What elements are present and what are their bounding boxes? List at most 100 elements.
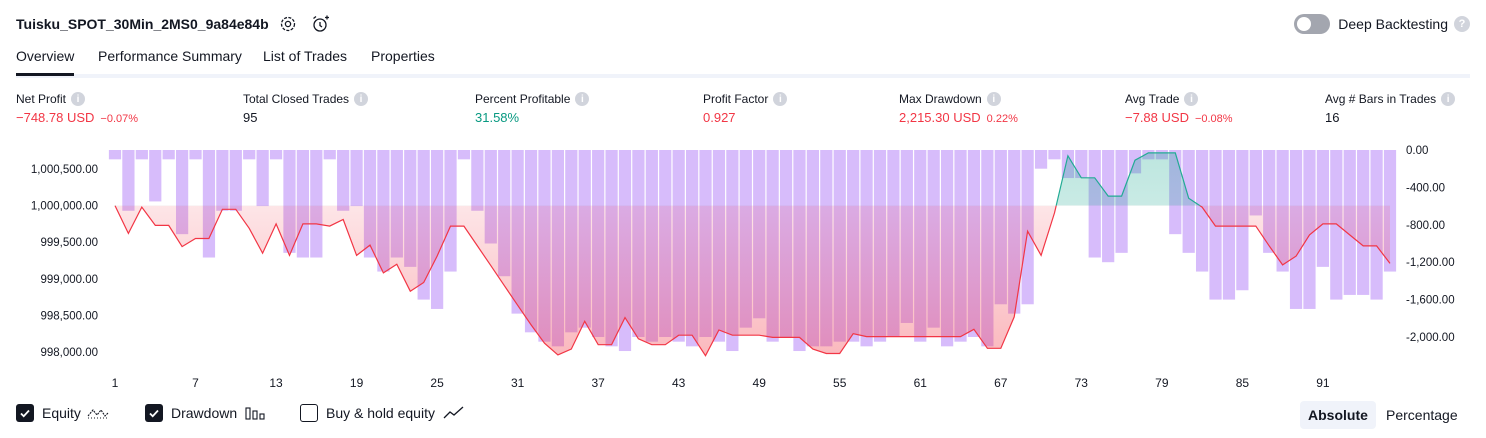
right-axis-tick: -1,200.00 — [1406, 257, 1455, 269]
stat-profit-factor: Profit Factor i 0.927 — [703, 92, 788, 125]
help-icon[interactable]: ? — [1454, 16, 1470, 32]
header-bar: Tuisku_SPOT_30Min_2MS0_9a84e84b Deep Bac… — [16, 12, 1470, 36]
drawdown-bar — [337, 150, 350, 211]
percentage-mode-button[interactable]: Percentage — [1378, 401, 1466, 429]
left-axis-tick: 999,000.00 — [40, 274, 98, 286]
left-axis: 1,000,500.00 1,000,000.00 999,500.00 999,00… — [31, 164, 98, 359]
x-axis-tick: 43 — [672, 376, 686, 390]
stat-value: 31.58% — [475, 110, 520, 125]
info-icon[interactable]: i — [71, 92, 86, 106]
stat-label: Max Drawdown — [899, 92, 982, 106]
stat-percent: −0.07% — [100, 113, 139, 125]
info-icon[interactable]: i — [1441, 92, 1456, 106]
drawdown-bar — [216, 150, 229, 211]
x-axis-tick: 73 — [1075, 376, 1089, 390]
drawdown-bar — [323, 150, 336, 160]
drawdown-bars-icon — [245, 407, 265, 420]
left-axis-tick: 999,500.00 — [40, 237, 98, 249]
left-axis-tick: 1,000,000.00 — [31, 201, 98, 213]
x-axis-tick: 61 — [914, 376, 928, 390]
stat-total-closed-trades: Total Closed Trades i 95 — [243, 92, 369, 125]
checkbox-checked-icon[interactable] — [145, 404, 163, 422]
stat-value: 95 — [243, 110, 258, 125]
equity-drawdown-chart[interactable]: 1,000,500.00 1,000,000.00 999,500.00 999,00… — [0, 140, 1486, 400]
buy-hold-line-icon — [443, 406, 464, 419]
stat-label: Profit Factor — [703, 92, 769, 106]
stat-value: 2,215.30 USD — [899, 110, 981, 125]
legend-drawdown-checkbox[interactable]: Drawdown — [145, 404, 265, 422]
x-axis-tick: 37 — [591, 376, 605, 390]
legend-label: Buy & hold equity — [326, 405, 435, 421]
drawdown-bar — [269, 150, 283, 160]
stat-value: 0.927 — [703, 110, 736, 125]
right-axis-tick: -2,000.00 — [1406, 332, 1455, 344]
drawdown-bar — [202, 150, 216, 258]
legend-buy-hold-checkbox[interactable]: Buy & hold equity — [300, 404, 465, 422]
left-axis-tick: 998,500.00 — [40, 310, 98, 322]
checkbox-checked-icon[interactable] — [16, 404, 34, 422]
drawdown-bar — [108, 150, 122, 160]
x-axis-tick: 49 — [753, 376, 767, 390]
tab-bar: Overview Performance Summary List of Tra… — [16, 44, 1470, 78]
x-axis-tick: 67 — [994, 376, 1008, 390]
drawdown-bar — [229, 150, 242, 211]
x-axis-tick: 79 — [1155, 376, 1169, 390]
info-icon[interactable]: i — [354, 92, 369, 106]
drawdown-bar — [149, 150, 162, 202]
drawdown-bar — [1048, 150, 1061, 160]
x-axis: 1 7 13 19 25 31 37 43 49 55 61 67 73 79 85 91 — [112, 376, 1330, 390]
drawdown-bar — [189, 150, 202, 160]
legend-equity-checkbox[interactable]: Equity — [16, 404, 109, 422]
checkbox-unchecked-icon[interactable] — [300, 404, 318, 422]
stat-value: −748.78 USD — [16, 110, 95, 125]
tab-list-of-trades[interactable]: List of Trades — [263, 48, 347, 73]
drawdown-bar — [256, 150, 269, 207]
stat-label: Total Closed Trades — [243, 92, 350, 106]
info-icon[interactable]: i — [575, 92, 590, 106]
strategy-title: Tuisku_SPOT_30Min_2MS0_9a84e84b — [16, 16, 269, 32]
drawdown-bar — [1034, 150, 1048, 169]
right-axis-tick: -1,600.00 — [1406, 295, 1455, 307]
tab-overview[interactable]: Overview — [16, 48, 75, 76]
right-axis: 0.00 -400.00 -800.00 -1,200.00 -1,600.00 -2,0… — [1406, 145, 1455, 344]
absolute-mode-button[interactable]: Absolute — [1300, 401, 1376, 429]
right-axis-tick: -800.00 — [1406, 220, 1445, 232]
x-axis-tick: 7 — [192, 376, 199, 390]
stat-label: Avg # Bars in Trades — [1325, 92, 1437, 106]
stat-percent-profitable: Percent Profitable i 31.58% — [475, 92, 590, 125]
equity-line-icon — [87, 409, 109, 419]
tab-performance-summary[interactable]: Performance Summary — [98, 48, 242, 73]
stat-percent: 0.22% — [986, 113, 1018, 125]
x-axis-tick: 25 — [430, 376, 444, 390]
info-icon[interactable]: i — [986, 92, 1001, 106]
gear-icon[interactable] — [278, 14, 298, 34]
right-axis-tick: -400.00 — [1406, 182, 1445, 194]
left-axis-tick: 998,000.00 — [40, 347, 98, 359]
deep-backtesting-toggle[interactable] — [1294, 14, 1331, 34]
drawdown-bar — [122, 150, 135, 211]
info-icon[interactable]: i — [1184, 92, 1199, 106]
x-axis-tick: 31 — [511, 376, 525, 390]
deep-backtesting-label: Deep Backtesting — [1338, 16, 1448, 32]
x-axis-tick: 55 — [833, 376, 847, 390]
x-axis-tick: 85 — [1236, 376, 1250, 390]
x-axis-tick: 91 — [1316, 376, 1330, 390]
deep-backtesting-control: Deep Backtesting ? — [1294, 13, 1470, 35]
info-icon[interactable]: i — [773, 92, 788, 106]
left-axis-tick: 1,000,500.00 — [31, 164, 98, 176]
stat-avg-bars: Avg # Bars in Trades i 16 — [1325, 92, 1456, 125]
x-axis-tick: 13 — [269, 376, 283, 390]
stat-label: Net Profit — [16, 92, 67, 106]
legend-label: Drawdown — [171, 405, 238, 421]
x-axis-tick: 19 — [350, 376, 364, 390]
drawdown-bar — [243, 150, 256, 160]
stat-net-profit: Net Profit i −748.78 USD −0.07% — [16, 92, 138, 125]
stat-value: 16 — [1325, 110, 1340, 125]
stat-label: Percent Profitable — [475, 92, 571, 106]
drawdown-bar — [350, 150, 363, 207]
drawdown-bar — [1102, 150, 1115, 263]
stat-avg-trade: Avg Trade i −7.88 USD −0.08% — [1125, 92, 1233, 125]
drawdown-bar — [135, 150, 148, 160]
alarm-clock-plus-icon[interactable] — [311, 14, 331, 34]
tab-properties[interactable]: Properties — [371, 48, 435, 73]
